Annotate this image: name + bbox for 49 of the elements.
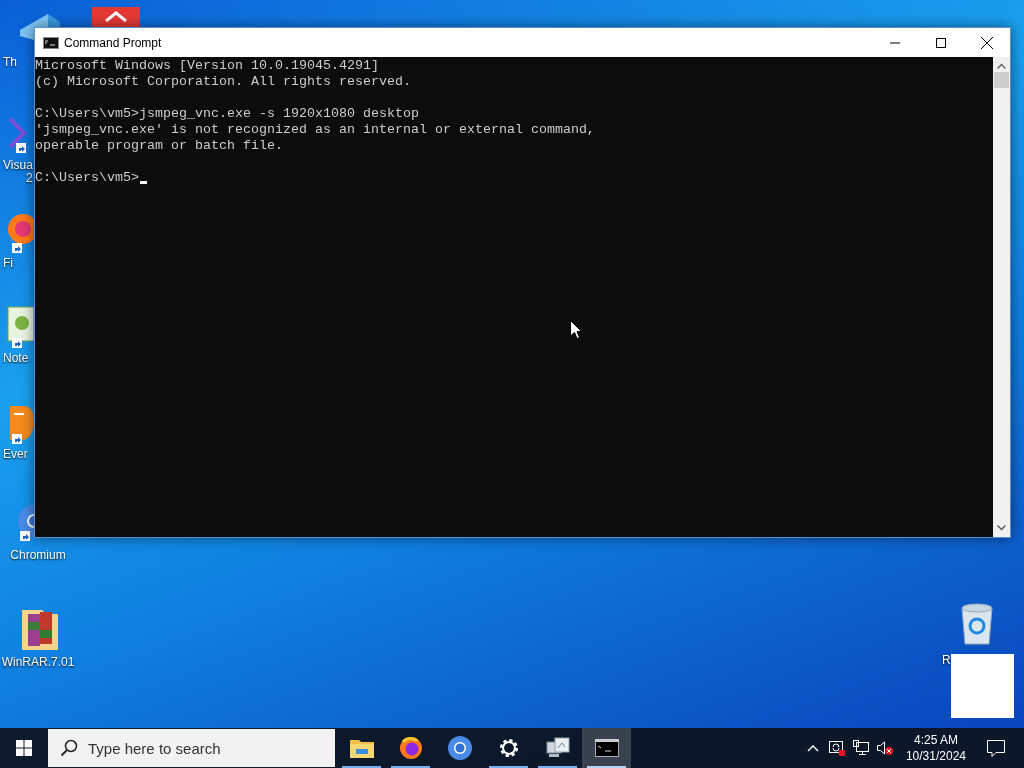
search-field[interactable]: Type here to search: [48, 729, 335, 767]
close-icon: [981, 36, 993, 49]
icon-label[interactable]: Chromium: [0, 549, 76, 562]
icon-label[interactable]: 2: [26, 172, 33, 185]
console-line: Microsoft Windows [Version 10.0.19045.4291]: [35, 58, 380, 74]
console-line: C:\Users\vm5>: [35, 170, 139, 186]
running-indicator: [587, 766, 626, 768]
console-line: C:\Users\vm5>jsmpeg_vnc.exe -s 1920x1080 desktop: [35, 106, 420, 122]
minimize-icon: [890, 41, 900, 44]
clock-time[interactable]: 4:25 AM: [913, 732, 958, 748]
vertical-scrollbar[interactable]: [993, 57, 1010, 537]
console-icon: [594, 739, 619, 757]
running-indicator: [538, 766, 577, 768]
network-error-icon[interactable]: [827, 739, 846, 757]
console-line: 'jsmpeg_vnc.exe' is not recognized as an internal or external command,: [35, 122, 596, 138]
gear-icon: [497, 737, 520, 759]
icon-label[interactable]: Visua: [3, 159, 33, 172]
icon-label[interactable]: WinRAR.7.01: [0, 656, 76, 669]
search-icon: [60, 739, 78, 757]
icon-label[interactable]: R: [942, 654, 951, 667]
scroll-up-icon[interactable]: [997, 63, 1006, 69]
maximize-icon: [936, 37, 946, 48]
computers-icon: [544, 736, 571, 760]
chevron-up-icon[interactable]: [806, 744, 819, 752]
blank-panel: [951, 654, 1014, 718]
console-icon: [43, 36, 59, 49]
icon-label[interactable]: Fi: [3, 257, 13, 270]
mouse-pointer-icon: [570, 320, 582, 339]
running-indicator: [391, 766, 430, 768]
speaker-muted-icon[interactable]: [875, 739, 894, 757]
firefox-icon: [398, 736, 423, 760]
icon-label[interactable]: Ever: [3, 448, 28, 461]
console-line: (c) Microsoft Corporation. All rights reserved.: [35, 74, 412, 90]
icon-label[interactable]: Note: [3, 352, 29, 365]
windows-logo-icon: [16, 740, 32, 756]
scroll-down-icon[interactable]: [997, 525, 1006, 531]
folder-icon: [349, 738, 374, 758]
running-indicator: [342, 766, 381, 768]
clock-date[interactable]: 10/31/2024: [905, 748, 966, 764]
window-title: Command Prompt: [64, 34, 162, 52]
monitor-icon[interactable]: [851, 739, 870, 757]
chromium-icon: [446, 735, 473, 761]
icon-label[interactable]: Th: [3, 56, 17, 69]
scrollbar-thumb[interactable]: [994, 72, 1009, 88]
speech-bubble-icon: [987, 739, 1005, 757]
taskbar-app-button[interactable]: [582, 728, 631, 768]
text-cursor: [140, 181, 147, 184]
running-indicator: [489, 766, 528, 768]
console-line: operable program or batch file.: [35, 138, 284, 154]
